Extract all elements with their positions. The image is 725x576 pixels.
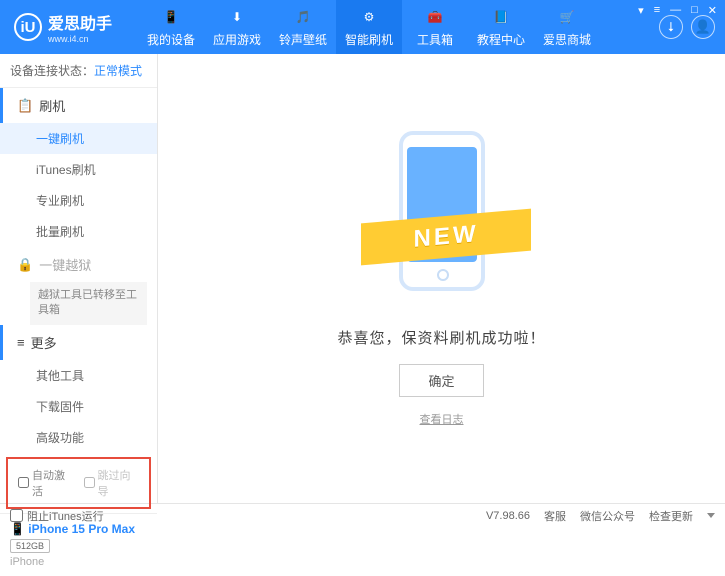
ok-button[interactable]: 确定 (399, 364, 483, 397)
sidebar-item[interactable]: 专业刷机 (0, 185, 157, 216)
win-menu2[interactable]: ≡ (652, 4, 662, 17)
sidebar: 设备连接状态：正常模式 📋刷机一键刷机iTunes刷机专业刷机批量刷机🔒一键越狱… (0, 54, 158, 503)
nav-icon: ⬇ (227, 7, 247, 27)
nav-item-6[interactable]: 🛒 爱思商城 (534, 0, 600, 54)
nav-icon: ⚙ (359, 7, 379, 27)
sidebar-item[interactable]: 下载固件 (0, 391, 157, 422)
nav-label: 爱思商城 (543, 31, 591, 48)
block-itunes-checkbox[interactable]: 阻止iTunes运行 (10, 508, 104, 524)
nav-item-3[interactable]: ⚙ 智能刷机 (336, 0, 402, 54)
nav-item-2[interactable]: 🎵 铃声壁纸 (270, 0, 336, 54)
user-icon[interactable]: 👤 (691, 15, 715, 39)
success-message: 恭喜您，保资料刷机成功啦！ (337, 327, 545, 348)
group-icon: 📋 (17, 98, 33, 114)
device-type: iPhone (10, 556, 147, 568)
download-icon[interactable]: ⭣ (659, 15, 683, 39)
close-button[interactable]: ✕ (706, 4, 719, 17)
main-nav: 📱 我的设备 ⬇ 应用游戏 🎵 铃声壁纸 ⚙ 智能刷机 🧰 工具箱 📘 教程中心 🛒 爱思商城 (138, 0, 600, 54)
footer-link-update[interactable]: 检查更新 (649, 508, 693, 524)
new-badge: NEW (361, 208, 531, 265)
skip-guide-checkbox[interactable]: 跳过向导 (84, 467, 140, 499)
sidebar-item[interactable]: 高级功能 (0, 422, 157, 453)
nav-item-4[interactable]: 🧰 工具箱 (402, 0, 468, 54)
device-name: iPhone 15 Pro Max (28, 522, 135, 536)
app-name: 爱思助手 (48, 10, 112, 34)
win-menu1[interactable]: ▾ (636, 4, 646, 17)
nav-icon: 📱 (161, 7, 181, 27)
titlebar: iU 爱思助手 www.i4.cn 📱 我的设备 ⬇ 应用游戏 🎵 铃声壁纸 ⚙ 智能刷机 🧰 工… (0, 0, 725, 54)
sidebar-group-head[interactable]: ≡更多 (0, 325, 157, 360)
nav-icon: 📘 (491, 7, 511, 27)
app-site: www.i4.cn (48, 34, 112, 44)
footer-link-support[interactable]: 客服 (544, 508, 566, 524)
phone-illustration: NEW (367, 131, 517, 311)
nav-label: 工具箱 (417, 31, 453, 48)
maximize-button[interactable]: □ (689, 4, 700, 17)
connection-status: 设备连接状态：正常模式 (0, 54, 157, 88)
group-icon: 🔒 (17, 257, 33, 273)
nav-icon: 🧰 (425, 7, 445, 27)
footer-link-wechat[interactable]: 微信公众号 (580, 508, 635, 524)
dropdown-icon[interactable] (707, 513, 715, 518)
nav-item-1[interactable]: ⬇ 应用游戏 (204, 0, 270, 54)
group-icon: ≡ (17, 335, 25, 350)
options-highlighted-box: 自动激活 跳过向导 (6, 457, 151, 509)
minimize-button[interactable]: — (668, 4, 683, 17)
auto-activate-checkbox[interactable]: 自动激活 (18, 467, 74, 499)
device-storage: 512GB (10, 539, 50, 553)
nav-label: 教程中心 (477, 31, 525, 48)
main-content: NEW 恭喜您，保资料刷机成功啦！ 确定 查看日志 (158, 54, 725, 503)
version-label: V7.98.66 (486, 510, 530, 522)
sidebar-item[interactable]: 一键刷机 (0, 123, 157, 154)
sidebar-item[interactable]: iTunes刷机 (0, 154, 157, 185)
nav-label: 铃声壁纸 (279, 31, 327, 48)
nav-label: 智能刷机 (345, 31, 393, 48)
nav-icon: 🎵 (293, 7, 313, 27)
sidebar-item[interactable]: 批量刷机 (0, 216, 157, 247)
nav-item-5[interactable]: 📘 教程中心 (468, 0, 534, 54)
window-controls: ▾ ≡ — □ ✕ (636, 4, 719, 17)
app-logo: iU 爱思助手 www.i4.cn (0, 10, 138, 44)
phone-icon: 📱 (10, 522, 25, 536)
nav-icon: 🛒 (557, 7, 577, 27)
nav-item-0[interactable]: 📱 我的设备 (138, 0, 204, 54)
sidebar-group-head[interactable]: 📋刷机 (0, 88, 157, 123)
sidebar-item[interactable]: 其他工具 (0, 360, 157, 391)
sidebar-group-head[interactable]: 🔒一键越狱 (0, 247, 157, 282)
sidebar-item: 越狱工具已转移至工具箱 (30, 282, 147, 325)
nav-label: 应用游戏 (213, 31, 261, 48)
logo-icon: iU (14, 13, 42, 41)
view-log-link[interactable]: 查看日志 (420, 411, 464, 427)
nav-label: 我的设备 (147, 31, 195, 48)
